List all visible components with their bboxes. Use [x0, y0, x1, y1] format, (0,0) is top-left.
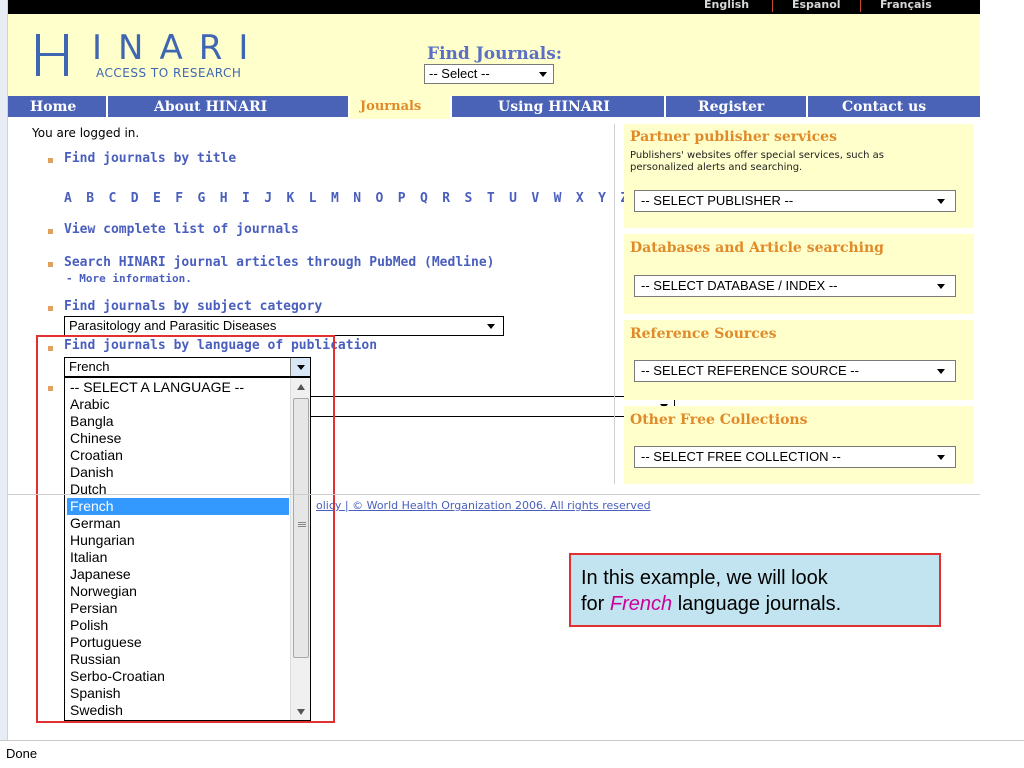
callout-emphasis: French — [609, 593, 673, 615]
callout-line2-end: language journals. — [677, 593, 842, 615]
column-divider — [614, 124, 615, 484]
chevron-down-icon — [539, 72, 547, 77]
chevron-down-icon — [937, 284, 945, 289]
find-journals-select-value: -- Select -- — [429, 66, 490, 81]
lang-francais-link[interactable]: Français — [880, 0, 932, 11]
nav-divider — [664, 96, 666, 119]
lang-espanol-link[interactable]: Espanol — [792, 0, 841, 11]
find-by-subject-link[interactable]: Find journals by subject category — [64, 299, 322, 314]
nav-using-hinari[interactable]: Using HINARI — [498, 99, 610, 115]
free-collection-select[interactable]: -- SELECT FREE COLLECTION -- — [634, 446, 956, 468]
lang-divider — [860, 0, 861, 12]
free-collection-select-value: -- SELECT FREE COLLECTION -- — [641, 449, 841, 464]
chevron-down-icon — [487, 324, 495, 329]
window-right-area — [980, 14, 1024, 740]
find-journals-title: Find Journals: — [427, 44, 563, 64]
partner-desc-line1: Publishers' websites offer special servi… — [630, 150, 884, 161]
hinari-logo[interactable]: INARI ACCESS TO RESEARCH — [34, 28, 274, 86]
hidden-select-behind-list[interactable] — [300, 396, 675, 417]
chevron-down-icon — [937, 369, 945, 374]
footer-divider — [8, 494, 980, 495]
lang-english-link[interactable]: English — [704, 0, 749, 11]
find-by-title-link[interactable]: Find journals by title — [64, 151, 236, 166]
reference-select-value: -- SELECT REFERENCE SOURCE -- — [641, 363, 859, 378]
logo-tagline: ACCESS TO RESEARCH — [96, 66, 242, 80]
nav-journals[interactable]: Journals — [360, 99, 421, 114]
more-info-link[interactable]: - More information. — [66, 272, 192, 285]
free-collections-title: Other Free Collections — [630, 412, 808, 428]
annotation-callout: In this example, we will look for French… — [569, 553, 941, 627]
nav-about[interactable]: About HINARI — [154, 99, 267, 115]
logged-in-text: You are logged in. — [32, 126, 140, 140]
callout-text: In this example, we will look for French… — [581, 565, 841, 617]
copyright-link[interactable]: olicy | © World Health Organization 2006… — [316, 499, 651, 512]
find-journals-select[interactable]: -- Select -- — [424, 64, 554, 84]
nav-register[interactable]: Register — [698, 99, 764, 115]
browser-page: English Espanol Français INARI ACCESS TO… — [0, 0, 1024, 768]
nav-contact[interactable]: Contact us — [842, 99, 926, 115]
bullet-icon — [48, 229, 53, 234]
publisher-select-value: -- SELECT PUBLISHER -- — [641, 193, 794, 208]
nav-home[interactable]: Home — [30, 99, 76, 115]
reference-select[interactable]: -- SELECT REFERENCE SOURCE -- — [634, 360, 956, 382]
status-text: Done — [6, 746, 38, 761]
search-pubmed-link[interactable]: Search HINARI journal articles through P… — [64, 255, 494, 270]
database-select[interactable]: -- SELECT DATABASE / INDEX -- — [634, 275, 956, 297]
alphabet-index[interactable]: A B C D E F G H I J K L M N O P Q R S T … — [64, 191, 631, 206]
chevron-down-icon — [937, 199, 945, 204]
partner-desc-line2: personalized alerts and searching. — [630, 162, 803, 173]
database-select-value: -- SELECT DATABASE / INDEX -- — [641, 278, 838, 293]
subject-select-value: Parasitology and Parasitic Diseases — [69, 318, 277, 333]
browser-status-bar: Done — [0, 740, 1024, 768]
publisher-select[interactable]: -- SELECT PUBLISHER -- — [634, 190, 956, 212]
main-nav: Home About HINARI Journals Using HINARI … — [8, 96, 980, 119]
callout-for: for — [581, 593, 605, 615]
partner-title: Partner publisher services — [630, 129, 837, 145]
logo-wordmark: INARI — [92, 28, 265, 68]
bullet-icon — [48, 306, 53, 311]
reference-title: Reference Sources — [630, 326, 777, 342]
language-bar: English Espanol Français — [8, 0, 980, 14]
lang-divider — [772, 0, 773, 12]
databases-title: Databases and Article searching — [630, 240, 884, 256]
callout-line1: In this example, we will look — [581, 567, 828, 589]
highlight-frame — [36, 335, 335, 723]
nav-divider — [806, 96, 808, 119]
databases-panel: Databases and Article searching -- SELEC… — [624, 234, 974, 314]
window-left-edge — [0, 0, 8, 740]
nav-divider — [348, 96, 350, 119]
subject-category-select[interactable]: Parasitology and Parasitic Diseases — [64, 316, 504, 336]
reference-sources-panel: Reference Sources -- SELECT REFERENCE SO… — [624, 320, 974, 400]
nav-divider — [106, 96, 108, 119]
partner-publisher-panel: Partner publisher services Publishers' w… — [624, 124, 974, 228]
chevron-down-icon — [937, 455, 945, 460]
view-complete-list-link[interactable]: View complete list of journals — [64, 222, 299, 237]
free-collections-panel: Other Free Collections -- SELECT FREE CO… — [624, 406, 974, 484]
logo-h-icon — [36, 34, 68, 76]
bullet-icon — [48, 158, 53, 163]
nav-divider — [450, 96, 452, 119]
bullet-icon — [48, 262, 53, 267]
